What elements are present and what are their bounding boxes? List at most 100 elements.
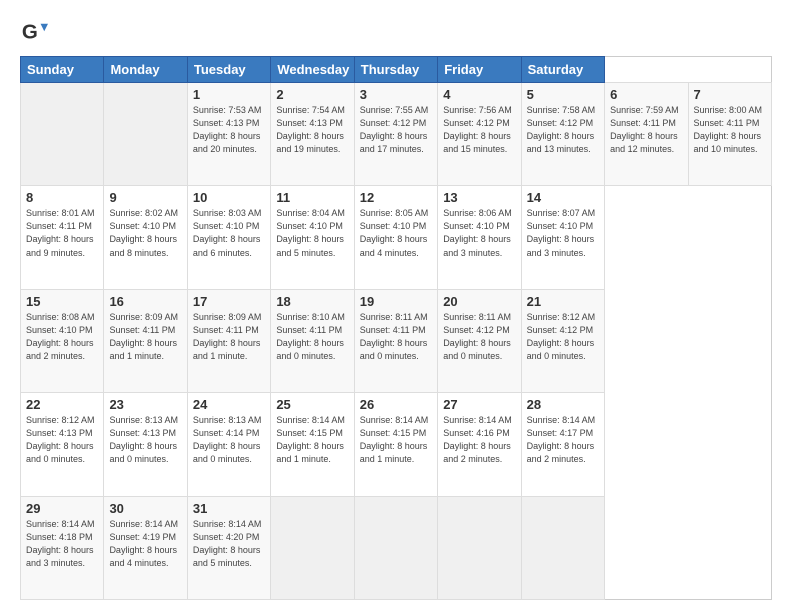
day-of-week-header: Saturday xyxy=(521,57,604,83)
day-number: 31 xyxy=(193,501,265,516)
calendar-day-cell: 11 Sunrise: 8:04 AMSunset: 4:10 PMDayligh… xyxy=(271,186,354,289)
calendar-day-cell: 4Sunrise: 7:56 AMSunset: 4:12 PMDaylight… xyxy=(438,83,521,186)
day-info: Sunrise: 7:59 AMSunset: 4:11 PMDaylight:… xyxy=(610,104,682,156)
day-number: 16 xyxy=(109,294,181,309)
day-info: Sunrise: 8:04 AMSunset: 4:10 PMDaylight:… xyxy=(276,207,348,259)
day-info: Sunrise: 8:05 AMSunset: 4:10 PMDaylight:… xyxy=(360,207,432,259)
day-info: Sunrise: 8:14 AMSunset: 4:17 PMDaylight:… xyxy=(527,414,599,466)
calendar-day-cell: 24 Sunrise: 8:13 AMSunset: 4:14 PMDayligh… xyxy=(187,393,270,496)
calendar-day-cell: 18 Sunrise: 8:10 AMSunset: 4:11 PMDayligh… xyxy=(271,289,354,392)
day-number: 2 xyxy=(276,87,348,102)
calendar-week-row: 22 Sunrise: 8:12 AMSunset: 4:13 PMDayligh… xyxy=(21,393,772,496)
calendar-day-cell: 12 Sunrise: 8:05 AMSunset: 4:10 PMDayligh… xyxy=(354,186,437,289)
day-number: 28 xyxy=(527,397,599,412)
day-of-week-header: Friday xyxy=(438,57,521,83)
calendar-day-cell: 29 Sunrise: 8:14 AMSunset: 4:18 PMDayligh… xyxy=(21,496,104,599)
day-info: Sunrise: 8:00 AMSunset: 4:11 PMDaylight:… xyxy=(694,104,767,156)
calendar-day-cell: 14 Sunrise: 8:07 AMSunset: 4:10 PMDayligh… xyxy=(521,186,604,289)
day-number: 18 xyxy=(276,294,348,309)
day-info: Sunrise: 8:07 AMSunset: 4:10 PMDaylight:… xyxy=(527,207,599,259)
day-info: Sunrise: 8:03 AMSunset: 4:10 PMDaylight:… xyxy=(193,207,265,259)
calendar-day-cell: 9Sunrise: 8:02 AMSunset: 4:10 PMDaylight… xyxy=(104,186,187,289)
calendar-week-row: 1Sunrise: 7:53 AMSunset: 4:13 PMDaylight… xyxy=(21,83,772,186)
day-number: 3 xyxy=(360,87,432,102)
calendar-day-cell: 3Sunrise: 7:55 AMSunset: 4:12 PMDaylight… xyxy=(354,83,437,186)
day-info: Sunrise: 7:58 AMSunset: 4:12 PMDaylight:… xyxy=(527,104,599,156)
calendar-table: SundayMondayTuesdayWednesdayThursdayFrid… xyxy=(20,56,772,600)
day-number: 15 xyxy=(26,294,98,309)
calendar-week-row: 29 Sunrise: 8:14 AMSunset: 4:18 PMDayligh… xyxy=(21,496,772,599)
day-number: 24 xyxy=(193,397,265,412)
day-info: Sunrise: 8:14 AMSunset: 4:15 PMDaylight:… xyxy=(276,414,348,466)
day-info: Sunrise: 8:01 AMSunset: 4:11 PMDaylight:… xyxy=(26,207,98,259)
day-number: 13 xyxy=(443,190,515,205)
day-number: 27 xyxy=(443,397,515,412)
day-info: Sunrise: 8:14 AMSunset: 4:20 PMDaylight:… xyxy=(193,518,265,570)
day-of-week-header: Wednesday xyxy=(271,57,354,83)
calendar-day-cell xyxy=(354,496,437,599)
day-info: Sunrise: 8:13 AMSunset: 4:13 PMDaylight:… xyxy=(109,414,181,466)
calendar-header-row: SundayMondayTuesdayWednesdayThursdayFrid… xyxy=(21,57,772,83)
calendar-day-cell xyxy=(521,496,604,599)
day-number: 30 xyxy=(109,501,181,516)
day-of-week-header: Thursday xyxy=(354,57,437,83)
calendar-day-cell: 7 Sunrise: 8:00 AMSunset: 4:11 PMDaylight… xyxy=(688,83,772,186)
calendar-day-cell: 5 Sunrise: 7:58 AMSunset: 4:12 PMDaylight… xyxy=(521,83,604,186)
calendar-day-cell: 19Sunrise: 8:11 AMSunset: 4:11 PMDayligh… xyxy=(354,289,437,392)
day-info: Sunrise: 8:08 AMSunset: 4:10 PMDaylight:… xyxy=(26,311,98,363)
calendar-day-cell xyxy=(438,496,521,599)
day-of-week-header: Tuesday xyxy=(187,57,270,83)
day-number: 22 xyxy=(26,397,98,412)
day-number: 17 xyxy=(193,294,265,309)
calendar-day-cell: 31 Sunrise: 8:14 AMSunset: 4:20 PMDayligh… xyxy=(187,496,270,599)
day-info: Sunrise: 7:56 AMSunset: 4:12 PMDaylight:… xyxy=(443,104,515,156)
day-info: Sunrise: 8:09 AMSunset: 4:11 PMDaylight:… xyxy=(109,311,181,363)
day-number: 5 xyxy=(527,87,599,102)
calendar-day-cell: 21Sunrise: 8:12 AMSunset: 4:12 PMDayligh… xyxy=(521,289,604,392)
day-info: Sunrise: 8:09 AMSunset: 4:11 PMDaylight:… xyxy=(193,311,265,363)
calendar-day-cell: 6 Sunrise: 7:59 AMSunset: 4:11 PMDaylight… xyxy=(605,83,688,186)
page: G SundayMondayTuesdayWednesdayThursdayFr… xyxy=(0,0,792,612)
calendar-day-cell: 10Sunrise: 8:03 AMSunset: 4:10 PMDayligh… xyxy=(187,186,270,289)
logo-icon: G xyxy=(20,20,48,48)
day-info: Sunrise: 8:14 AMSunset: 4:15 PMDaylight:… xyxy=(360,414,432,466)
calendar-day-cell: 17 Sunrise: 8:09 AMSunset: 4:11 PMDayligh… xyxy=(187,289,270,392)
calendar-day-cell: 16 Sunrise: 8:09 AMSunset: 4:11 PMDayligh… xyxy=(104,289,187,392)
day-info: Sunrise: 8:14 AMSunset: 4:16 PMDaylight:… xyxy=(443,414,515,466)
calendar-day-cell: 23Sunrise: 8:13 AMSunset: 4:13 PMDayligh… xyxy=(104,393,187,496)
day-info: Sunrise: 8:10 AMSunset: 4:11 PMDaylight:… xyxy=(276,311,348,363)
day-number: 7 xyxy=(694,87,767,102)
day-of-week-header: Sunday xyxy=(21,57,104,83)
calendar-day-cell: 20 Sunrise: 8:11 AMSunset: 4:12 PMDayligh… xyxy=(438,289,521,392)
calendar-day-cell: 26 Sunrise: 8:14 AMSunset: 4:15 PMDayligh… xyxy=(354,393,437,496)
calendar-week-row: 8 Sunrise: 8:01 AMSunset: 4:11 PMDaylight… xyxy=(21,186,772,289)
calendar-day-cell xyxy=(271,496,354,599)
day-info: Sunrise: 8:14 AMSunset: 4:19 PMDaylight:… xyxy=(109,518,181,570)
day-number: 11 xyxy=(276,190,348,205)
day-info: Sunrise: 8:14 AMSunset: 4:18 PMDaylight:… xyxy=(26,518,98,570)
day-number: 14 xyxy=(527,190,599,205)
calendar-day-cell xyxy=(104,83,187,186)
day-info: Sunrise: 7:54 AMSunset: 4:13 PMDaylight:… xyxy=(276,104,348,156)
day-number: 25 xyxy=(276,397,348,412)
day-number: 12 xyxy=(360,190,432,205)
day-number: 19 xyxy=(360,294,432,309)
day-info: Sunrise: 8:11 AMSunset: 4:12 PMDaylight:… xyxy=(443,311,515,363)
calendar-day-cell xyxy=(21,83,104,186)
calendar-day-cell: 30 Sunrise: 8:14 AMSunset: 4:19 PMDayligh… xyxy=(104,496,187,599)
day-info: Sunrise: 7:53 AMSunset: 4:13 PMDaylight:… xyxy=(193,104,265,156)
day-info: Sunrise: 8:12 AMSunset: 4:13 PMDaylight:… xyxy=(26,414,98,466)
day-number: 6 xyxy=(610,87,682,102)
header: G xyxy=(20,16,772,48)
calendar-day-cell: 28 Sunrise: 8:14 AMSunset: 4:17 PMDayligh… xyxy=(521,393,604,496)
day-number: 26 xyxy=(360,397,432,412)
day-number: 29 xyxy=(26,501,98,516)
day-number: 20 xyxy=(443,294,515,309)
day-number: 8 xyxy=(26,190,98,205)
calendar-day-cell: 15 Sunrise: 8:08 AMSunset: 4:10 PMDayligh… xyxy=(21,289,104,392)
calendar-day-cell: 8 Sunrise: 8:01 AMSunset: 4:11 PMDaylight… xyxy=(21,186,104,289)
calendar-day-cell: 22 Sunrise: 8:12 AMSunset: 4:13 PMDayligh… xyxy=(21,393,104,496)
day-info: Sunrise: 8:13 AMSunset: 4:14 PMDaylight:… xyxy=(193,414,265,466)
calendar-day-cell: 13 Sunrise: 8:06 AMSunset: 4:10 PMDayligh… xyxy=(438,186,521,289)
day-info: Sunrise: 8:06 AMSunset: 4:10 PMDaylight:… xyxy=(443,207,515,259)
